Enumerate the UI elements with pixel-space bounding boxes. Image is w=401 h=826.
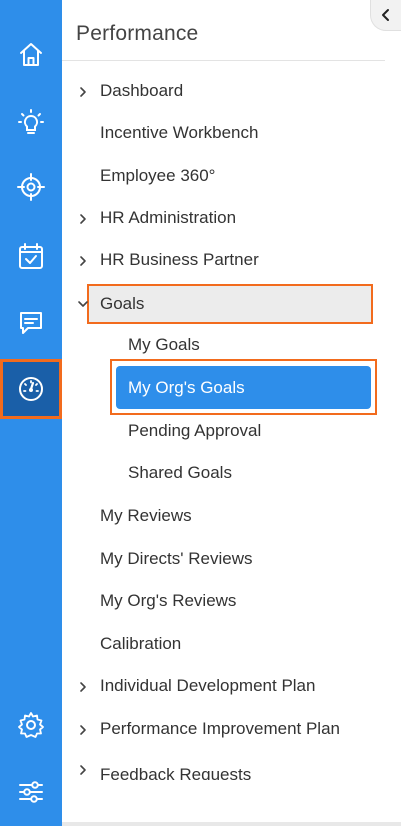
menu-item-my-directs-reviews[interactable]: My Directs' Reviews: [100, 538, 253, 580]
menu-item-hr-administration[interactable]: HR Administration: [100, 197, 236, 239]
navigation-panel: Performance Dashboard Incentive Workbenc…: [62, 0, 401, 826]
rail-ideas-button[interactable]: [0, 92, 62, 152]
menu-item-performance-improvement-plan[interactable]: Performance Improvement Plan: [100, 708, 340, 750]
icon-rail: [0, 0, 62, 826]
chevron-right-icon: [77, 85, 89, 97]
lightbulb-icon: [18, 109, 44, 134]
panel-bottom-scrollbar[interactable]: [62, 822, 401, 826]
menu-item-individual-development-plan[interactable]: Individual Development Plan: [100, 665, 315, 707]
rail-calendar-button[interactable]: [0, 226, 62, 286]
menu-item-feedback-requests[interactable]: Feedback Requests: [100, 760, 251, 780]
menu-item-dashboard[interactable]: Dashboard: [100, 70, 183, 112]
sliders-icon: [19, 781, 43, 803]
clipped-menu-region: Feedback Requests: [62, 760, 401, 780]
chevron-right-icon: [77, 723, 89, 735]
rail-performance-button[interactable]: [0, 359, 62, 419]
chevron-right-icon: [77, 680, 89, 692]
rail-feedback-button[interactable]: [0, 292, 62, 352]
rail-home-button[interactable]: [0, 24, 62, 84]
chevron-right-icon: [77, 763, 89, 775]
menu-item-incentive-workbench[interactable]: Incentive Workbench: [100, 112, 258, 154]
title-divider: [62, 60, 385, 61]
message-icon: [20, 312, 42, 334]
rail-settings-button[interactable]: [0, 695, 62, 755]
submenu-item-shared-goals[interactable]: Shared Goals: [128, 452, 232, 494]
chevron-right-icon: [77, 254, 89, 266]
chevron-down-icon: [77, 297, 89, 309]
menu-item-goals-label: Goals: [100, 294, 145, 313]
gauge-icon: [19, 377, 43, 401]
menu-item-my-reviews[interactable]: My Reviews: [100, 495, 192, 537]
gear-icon: [18, 712, 44, 738]
submenu-item-my-orgs-goals[interactable]: My Org's Goals: [116, 366, 371, 409]
collapse-panel-button[interactable]: [370, 0, 401, 31]
target-icon: [17, 173, 45, 201]
submenu-item-pending-approval[interactable]: Pending Approval: [128, 410, 261, 452]
chevron-left-icon: [382, 9, 389, 21]
menu-item-my-orgs-reviews[interactable]: My Org's Reviews: [100, 580, 236, 622]
menu-item-employee-360[interactable]: Employee 360°: [100, 155, 215, 197]
menu-item-calibration[interactable]: Calibration: [100, 623, 181, 665]
chevron-right-icon: [77, 212, 89, 224]
menu-item-hr-business-partner[interactable]: HR Business Partner: [100, 239, 259, 281]
rail-filters-button[interactable]: [0, 762, 62, 822]
rail-targets-button[interactable]: [0, 157, 62, 217]
home-icon: [20, 43, 42, 66]
panel-title: Performance: [76, 22, 199, 45]
calendar-check-icon: [19, 243, 43, 269]
